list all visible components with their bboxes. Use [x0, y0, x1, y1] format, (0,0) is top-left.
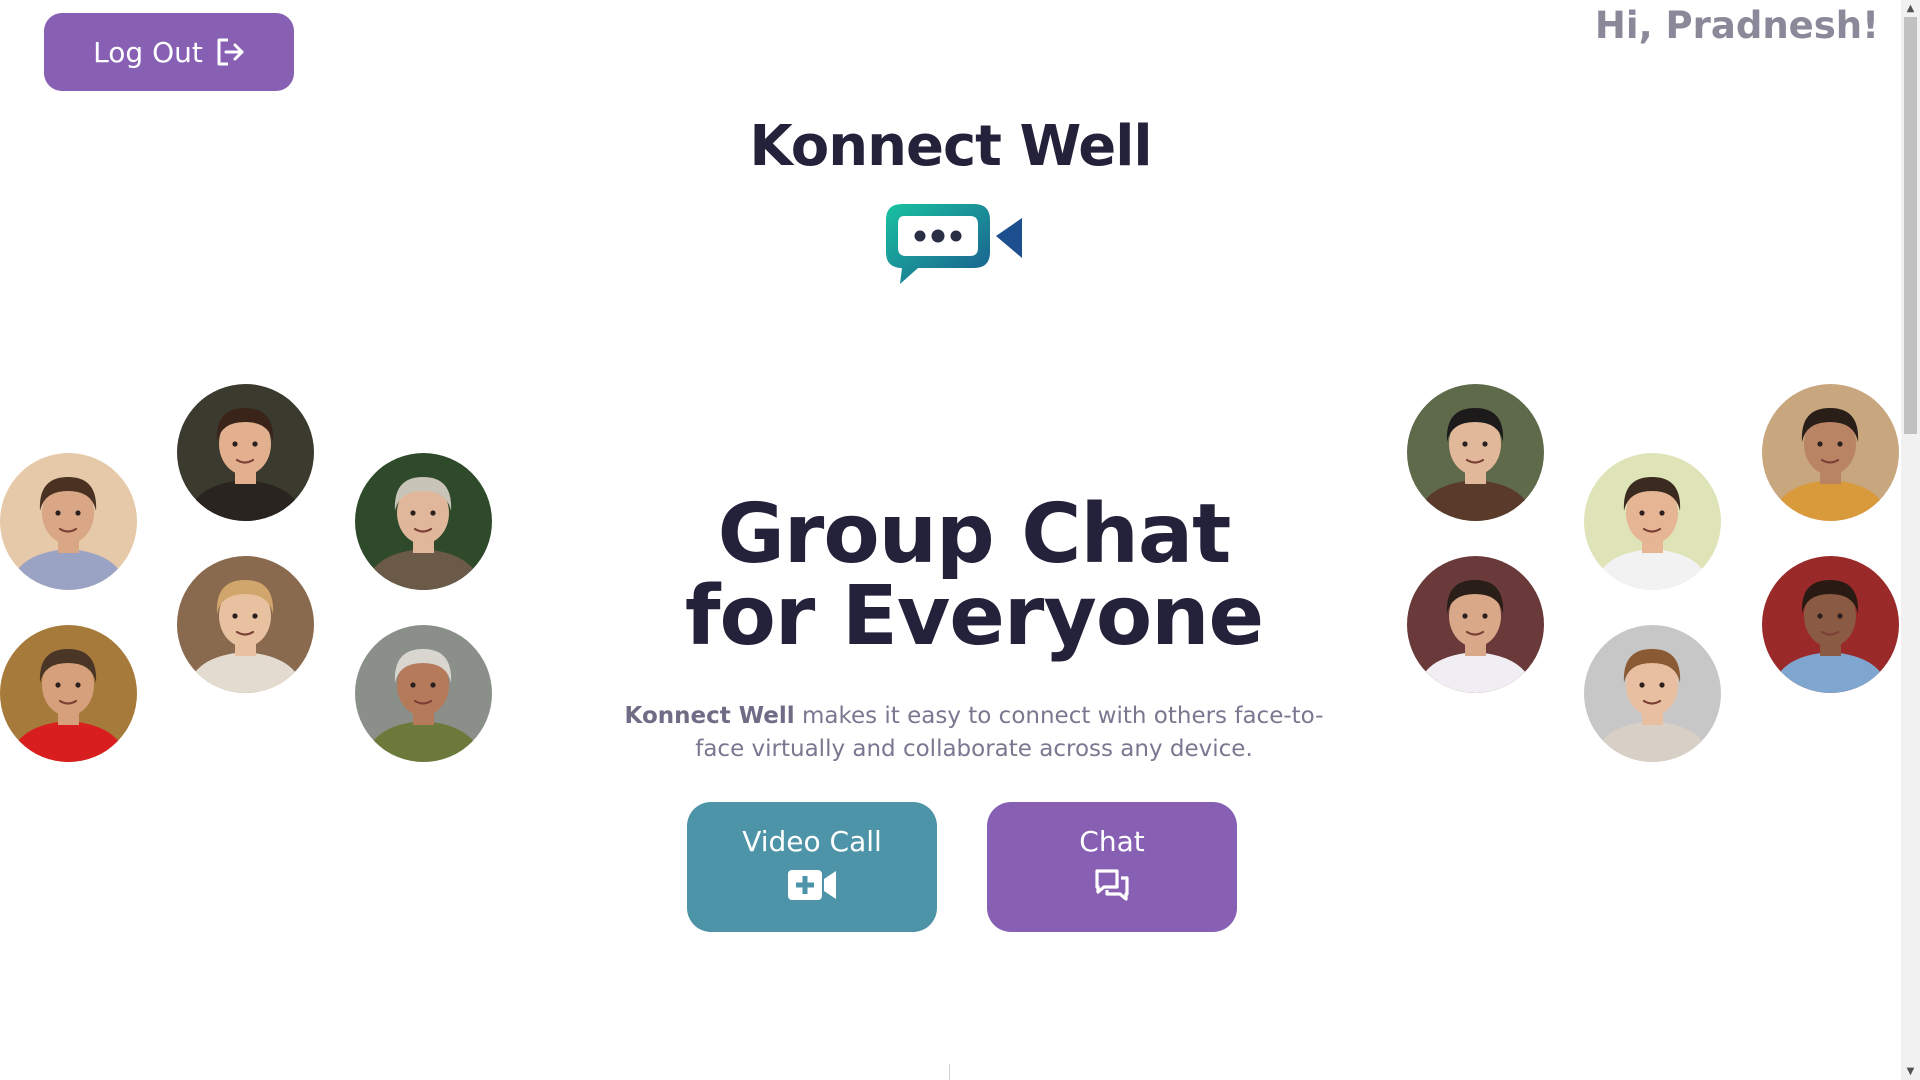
chat-bubbles-icon: [1094, 868, 1130, 909]
logout-icon: [215, 36, 245, 68]
video-plus-icon: [787, 868, 837, 909]
scrollbar-thumb[interactable]: [1904, 17, 1917, 434]
user-avatar: [1584, 453, 1721, 590]
hero-title-line-2: for Everyone: [684, 569, 1264, 664]
logout-button[interactable]: Log Out: [44, 13, 294, 91]
video-call-label: Video Call: [742, 825, 882, 858]
vertical-scrollbar[interactable]: ▲ ▼: [1901, 0, 1920, 1080]
user-avatar: [177, 384, 314, 521]
video-call-button[interactable]: Video Call: [687, 802, 937, 932]
scroll-down-arrow-icon[interactable]: ▼: [1901, 1063, 1920, 1080]
bottom-divider: [949, 1064, 950, 1080]
chat-video-logo-icon: [878, 200, 1028, 290]
logout-label: Log Out: [93, 35, 203, 69]
chat-label: Chat: [1079, 825, 1145, 858]
user-avatar: [1584, 625, 1721, 762]
hero-description: Konnect Well makes it easy to connect wi…: [604, 700, 1344, 766]
hero-title-line-1: Group Chat: [717, 487, 1232, 582]
user-avatar: [177, 556, 314, 693]
scroll-up-arrow-icon[interactable]: ▲: [1901, 0, 1920, 17]
user-greeting: Hi, Pradnesh!: [1594, 4, 1879, 47]
chat-button[interactable]: Chat: [987, 802, 1237, 932]
landing-page: Log Out Hi, Pradnesh! Konnect Well Group…: [0, 0, 1901, 1080]
user-avatar: [1762, 556, 1899, 693]
user-avatar: [1762, 384, 1899, 521]
brand-title: Konnect Well: [749, 114, 1152, 179]
user-avatar: [355, 453, 492, 590]
user-avatar: [1407, 384, 1544, 521]
user-avatar: [0, 453, 137, 590]
hero-title: Group Chat for Everyone: [594, 494, 1354, 658]
user-avatar: [0, 625, 137, 762]
user-avatar: [355, 625, 492, 762]
description-brand: Konnect Well: [624, 703, 795, 729]
user-avatar: [1407, 556, 1544, 693]
